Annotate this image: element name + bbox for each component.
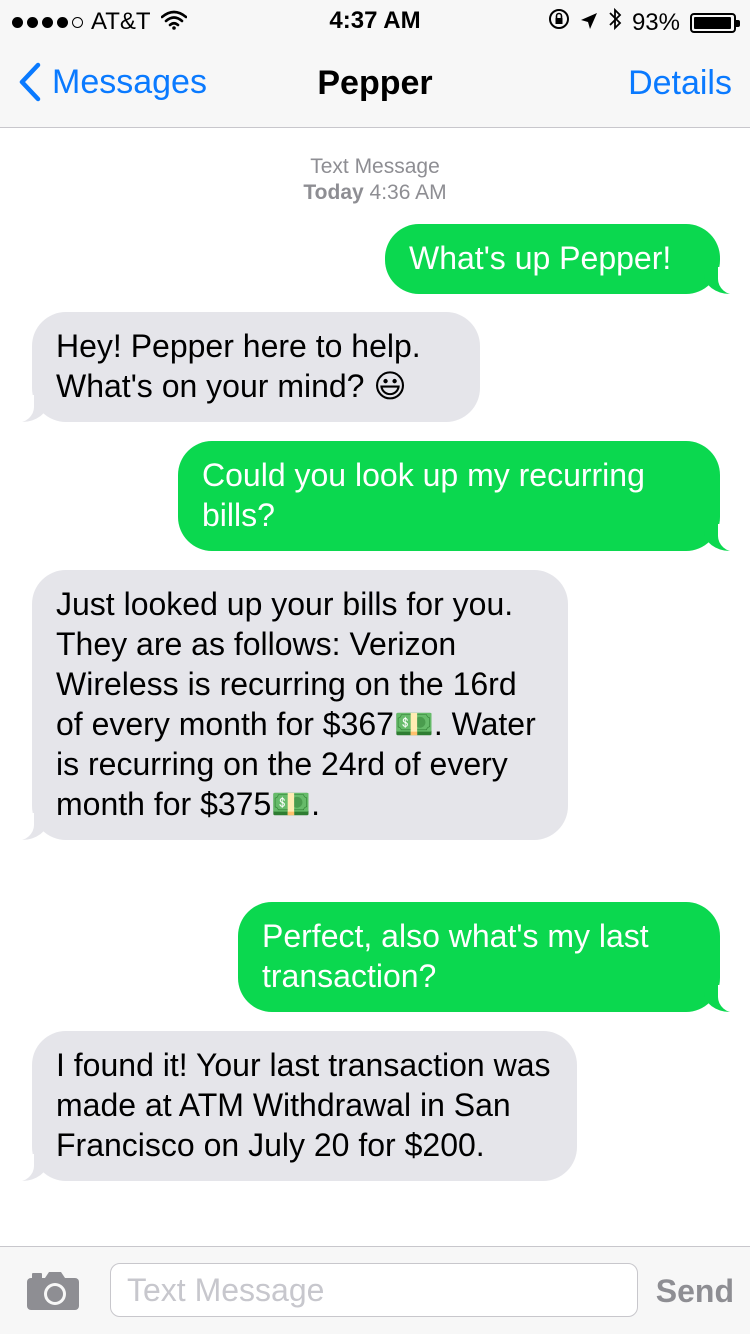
message-text: Just looked up your bills for you. They … — [56, 586, 536, 822]
details-button[interactable]: Details — [628, 64, 732, 103]
message-text: Hey! Pepper here to help. What's on your… — [56, 328, 421, 404]
message-input[interactable] — [110, 1263, 638, 1317]
message-bubble-incoming[interactable]: Hey! Pepper here to help. What's on your… — [14, 312, 480, 423]
message-thread[interactable]: Text Message Today 4:36 AM What's up Pep… — [0, 128, 750, 1246]
message-bubble-outgoing[interactable]: What's up Pepper! — [385, 224, 738, 295]
message-text: What's up Pepper! — [409, 240, 672, 276]
message-bubble-incoming[interactable]: I found it! Your last transaction was ma… — [14, 1031, 577, 1182]
thread-header-label: Text Message — [310, 155, 440, 178]
camera-icon — [27, 1272, 79, 1310]
message-bubble-incoming[interactable]: Just looked up your bills for you. They … — [14, 570, 568, 841]
location-icon — [580, 9, 598, 37]
message-text: I found it! Your last transaction was ma… — [56, 1047, 551, 1163]
message-bubble-outgoing[interactable]: Could you look up my recurring bills? — [178, 441, 738, 552]
message-bubble-outgoing[interactable]: Perfect, also what's my last transaction… — [238, 902, 738, 1013]
thread-timestamp: Today 4:36 AM — [0, 180, 750, 206]
status-right: 93% — [548, 7, 740, 38]
timestamp-time: 4:36 AM — [369, 181, 447, 204]
battery-percent: 93% — [631, 8, 680, 36]
message-text: Could you look up my recurring bills? — [202, 457, 645, 533]
message-text: Perfect, also what's my last transaction… — [262, 918, 649, 994]
navigation-bar: Messages Pepper Details — [0, 40, 750, 128]
send-button[interactable]: Send — [656, 1273, 734, 1310]
rotation-lock-icon — [548, 8, 570, 37]
timestamp-day: Today — [303, 181, 364, 204]
camera-button[interactable] — [26, 1271, 80, 1316]
bluetooth-icon — [608, 7, 622, 38]
battery-icon — [690, 12, 740, 33]
status-bar: AT&T 4:37 AM 93% — [0, 0, 750, 40]
message-composer: Send — [0, 1246, 750, 1334]
